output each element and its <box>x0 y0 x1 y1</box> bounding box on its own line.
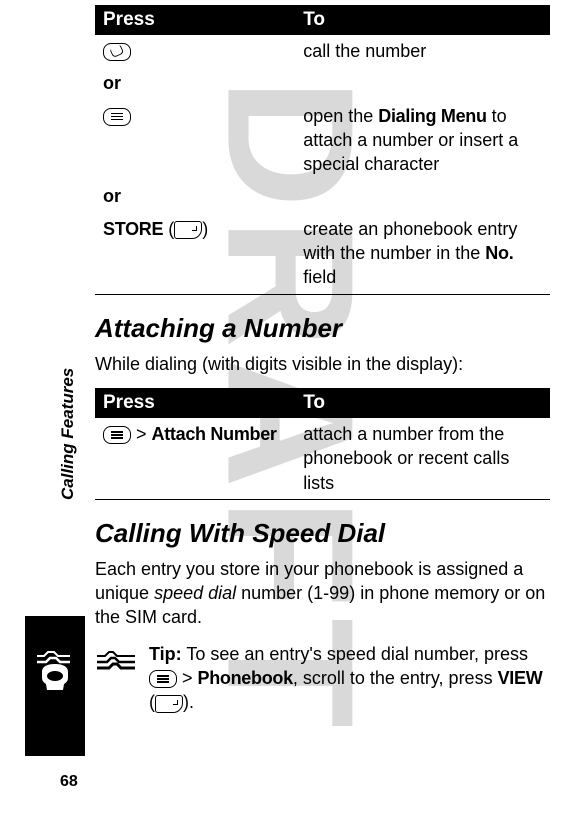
menu-name: Dialing Menu <box>378 106 486 126</box>
row-action: create an phonebook entry with the numbe… <box>295 213 550 294</box>
text: open the <box>303 106 378 126</box>
separator: > <box>177 668 198 688</box>
sidebar-section-label: Calling Features <box>58 368 78 500</box>
table-row-or: or <box>95 67 550 99</box>
section-body: While dialing (with digits visible in th… <box>95 352 550 376</box>
table-header-to: To <box>295 5 550 35</box>
menu-key-icon <box>149 670 177 688</box>
page-number: 68 <box>60 773 78 791</box>
term: speed dial <box>154 583 236 603</box>
instruction-table-1: Press To call the number or open the Dia… <box>95 5 550 295</box>
field-name: No. <box>485 243 513 263</box>
menu-key-icon <box>103 426 131 444</box>
separator: > <box>131 424 152 444</box>
row-action: open the Dialing Menu to attach a number… <box>295 100 550 181</box>
table-row: call the number <box>95 35 550 67</box>
or-separator: or <box>95 180 295 212</box>
text: field <box>303 267 336 287</box>
right-softkey-icon <box>155 695 183 713</box>
row-press: > Attach Number <box>95 418 295 499</box>
section-body: Each entry you store in your phonebook i… <box>95 557 550 630</box>
table-row: STORE () create an phonebook entry with … <box>95 213 550 294</box>
section-heading-speeddial: Calling With Speed Dial <box>95 518 550 549</box>
table-row-or: or <box>95 180 550 212</box>
instruction-table-2: Press To > Attach Number attach a number… <box>95 388 550 500</box>
right-softkey-icon <box>174 221 202 239</box>
row-action: call the number <box>295 35 550 67</box>
tip-text: Tip: To see an entry's speed dial number… <box>149 642 550 715</box>
text: To see an entry's speed dial number, pre… <box>182 644 528 664</box>
tip-block: Tip: To see an entry's speed dial number… <box>95 642 550 715</box>
table-header-press: Press <box>95 5 295 35</box>
menu-key-icon <box>103 108 131 126</box>
tip-label: Tip: <box>149 644 182 664</box>
table-header-to: To <box>295 388 550 418</box>
menu-item: Attach Number <box>152 424 277 444</box>
table-row: open the Dialing Menu to attach a number… <box>95 100 550 181</box>
row-action: attach a number from the phonebook or re… <box>295 418 550 499</box>
or-separator: or <box>95 67 295 99</box>
section-heading-attaching: Attaching a Number <box>95 313 550 344</box>
softkey-label: STORE <box>103 219 163 239</box>
tip-icon <box>95 642 137 676</box>
text: , scroll to the entry, press <box>293 668 498 688</box>
text: ). <box>183 692 194 712</box>
menu-item: Phonebook <box>198 668 293 688</box>
table-row: > Attach Number attach a number from the… <box>95 418 550 499</box>
section-phone-icon <box>25 616 85 756</box>
call-key-icon <box>103 43 131 61</box>
table-header-press: Press <box>95 388 295 418</box>
softkey-label: VIEW <box>498 668 543 688</box>
page-content: Press To call the number or open the Dia… <box>95 5 550 715</box>
